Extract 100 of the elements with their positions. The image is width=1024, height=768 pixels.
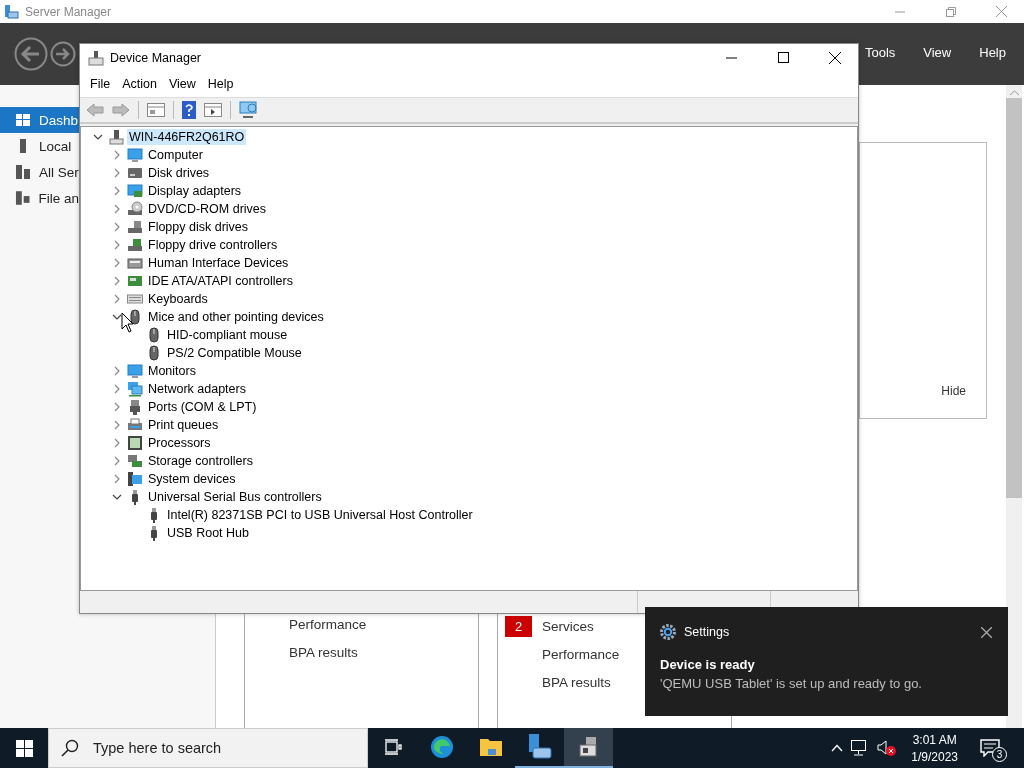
mouse-icon xyxy=(146,345,162,361)
notification-message: 'QEMU USB Tablet' is set up and ready to go. xyxy=(660,676,923,691)
tree-item[interactable]: WIN-446FR2Q61RO xyxy=(127,129,247,145)
storage-controller-icon xyxy=(127,453,143,469)
disc-drive-icon xyxy=(127,201,143,217)
properties-icon[interactable] xyxy=(145,102,167,118)
tree-item[interactable]: Keyboards xyxy=(146,291,210,307)
menu-item[interactable]: Help xyxy=(979,21,1006,83)
tree-item[interactable]: Disk drives xyxy=(146,165,212,181)
tile-link[interactable]: Performance xyxy=(542,646,620,662)
tree-item[interactable]: Mice and other pointing devices xyxy=(146,309,326,325)
tree-item[interactable]: Monitors xyxy=(146,363,198,379)
display-adapter-icon xyxy=(127,183,143,199)
tile-link[interactable]: BPA results xyxy=(542,674,611,690)
network-icon xyxy=(127,381,143,397)
close-button[interactable] xyxy=(981,626,992,638)
port-icon xyxy=(127,399,143,415)
tree-item[interactable]: Print queues xyxy=(146,417,221,433)
tree-item[interactable]: Intel(R) 82371SB PCI to USB Universal Host Controller xyxy=(165,507,475,523)
menu-item[interactable]: Tools xyxy=(864,21,896,83)
server-manager-icon xyxy=(526,733,553,761)
file-server-icon xyxy=(15,190,31,206)
tree-item[interactable]: Processors xyxy=(146,435,213,451)
sidebar-item[interactable]: Dashb xyxy=(0,107,79,133)
action-pane-icon[interactable] xyxy=(202,102,224,118)
task-view-icon xyxy=(383,738,402,756)
menu-item[interactable]: Help xyxy=(201,77,240,91)
dashboard-icon xyxy=(15,112,31,128)
menu-item[interactable]: File xyxy=(84,77,117,91)
browser-icon xyxy=(429,735,454,759)
controller-icon xyxy=(127,237,143,253)
mouse-icon xyxy=(146,327,162,343)
tree-item[interactable]: System devices xyxy=(146,471,238,487)
taskbar-app[interactable] xyxy=(564,728,613,768)
back-button[interactable] xyxy=(84,103,106,117)
keyboard-icon xyxy=(127,291,143,307)
message-icon xyxy=(980,739,1000,757)
minimize-icon xyxy=(894,10,905,13)
notification-title: Device is ready xyxy=(660,657,756,672)
notification-count: 3 xyxy=(992,747,1007,762)
close-icon xyxy=(981,626,992,638)
time: 3:01 AM xyxy=(912,732,957,747)
floppy-drive-icon xyxy=(127,219,143,235)
app-name: Settings xyxy=(684,625,730,639)
hide-link[interactable]: Hide xyxy=(941,384,966,398)
forward-button[interactable] xyxy=(50,41,76,67)
tree-item[interactable]: Floppy drive controllers xyxy=(146,237,280,253)
tree-item[interactable]: DVD/CD-ROM drives xyxy=(146,201,269,217)
tree-item[interactable]: HID-compliant mouse xyxy=(165,327,290,343)
tree-item[interactable]: PS/2 Compatible Mouse xyxy=(165,345,304,361)
count-badge: 2 xyxy=(505,615,532,637)
close-icon xyxy=(996,6,1007,17)
window-title: Device Manager xyxy=(110,50,201,65)
tile-link[interactable]: BPA results xyxy=(289,644,358,660)
search-field[interactable]: Type here to search xyxy=(91,739,355,757)
controller-icon xyxy=(127,273,143,289)
chevron-up-icon xyxy=(831,744,844,752)
search-icon xyxy=(61,739,79,757)
sidebar-item[interactable]: All Ser xyxy=(0,159,79,185)
mouse-icon xyxy=(127,309,143,325)
tree-item[interactable]: Ports (COM & LPT) xyxy=(146,399,259,415)
action-center-button[interactable]: 3 xyxy=(968,728,1012,768)
close-icon xyxy=(829,51,841,64)
gear-icon xyxy=(660,624,676,640)
menu-item[interactable]: View xyxy=(162,77,202,91)
tree-item[interactable]: USB Root Hub xyxy=(165,525,251,541)
tree-item[interactable]: IDE ATA/ATAPI controllers xyxy=(146,273,295,289)
menu-item[interactable]: View xyxy=(923,21,952,83)
processor-icon xyxy=(127,435,143,451)
forward-button[interactable] xyxy=(110,103,132,117)
computer-icon xyxy=(108,129,124,145)
tree-item[interactable]: Network adapters xyxy=(146,381,248,397)
tile-link[interactable]: Services xyxy=(542,618,594,634)
window-title: Server Manager xyxy=(25,4,112,19)
tree-item[interactable]: Display adapters xyxy=(146,183,244,199)
monitor-icon xyxy=(127,363,143,379)
tree-item[interactable]: Computer xyxy=(146,147,205,163)
menu-item[interactable]: Action xyxy=(116,77,163,91)
tree-item[interactable]: Storage controllers xyxy=(146,453,255,469)
tree-item[interactable]: Human Interface Devices xyxy=(146,255,291,271)
scrollbar[interactable] xyxy=(1006,85,1022,728)
input-device-icon xyxy=(127,255,143,271)
help-icon[interactable] xyxy=(180,101,198,119)
maximize-icon xyxy=(777,52,789,63)
system-devices-icon xyxy=(127,471,143,487)
mouse-cursor-icon xyxy=(121,312,134,333)
clock[interactable]: 3:01 AM 1/9/2023 xyxy=(901,728,968,768)
restore-icon xyxy=(945,6,956,17)
sidebar-item[interactable]: Local xyxy=(0,133,79,159)
sidebar-item[interactable]: File an xyxy=(0,185,79,211)
servers-icon xyxy=(15,164,31,180)
search-bar[interactable]: Type here to search xyxy=(48,728,368,768)
start-icon xyxy=(15,739,33,757)
date: 1/9/2023 xyxy=(911,749,958,764)
back-button[interactable] xyxy=(14,37,48,71)
scroll-up-icon[interactable] xyxy=(1009,90,1019,96)
tree-item[interactable]: Floppy disk drives xyxy=(146,219,251,235)
tree-item[interactable]: Universal Serial Bus controllers xyxy=(146,489,324,505)
server-manager-icon xyxy=(4,4,19,19)
tile-link[interactable]: Performance xyxy=(289,616,367,632)
